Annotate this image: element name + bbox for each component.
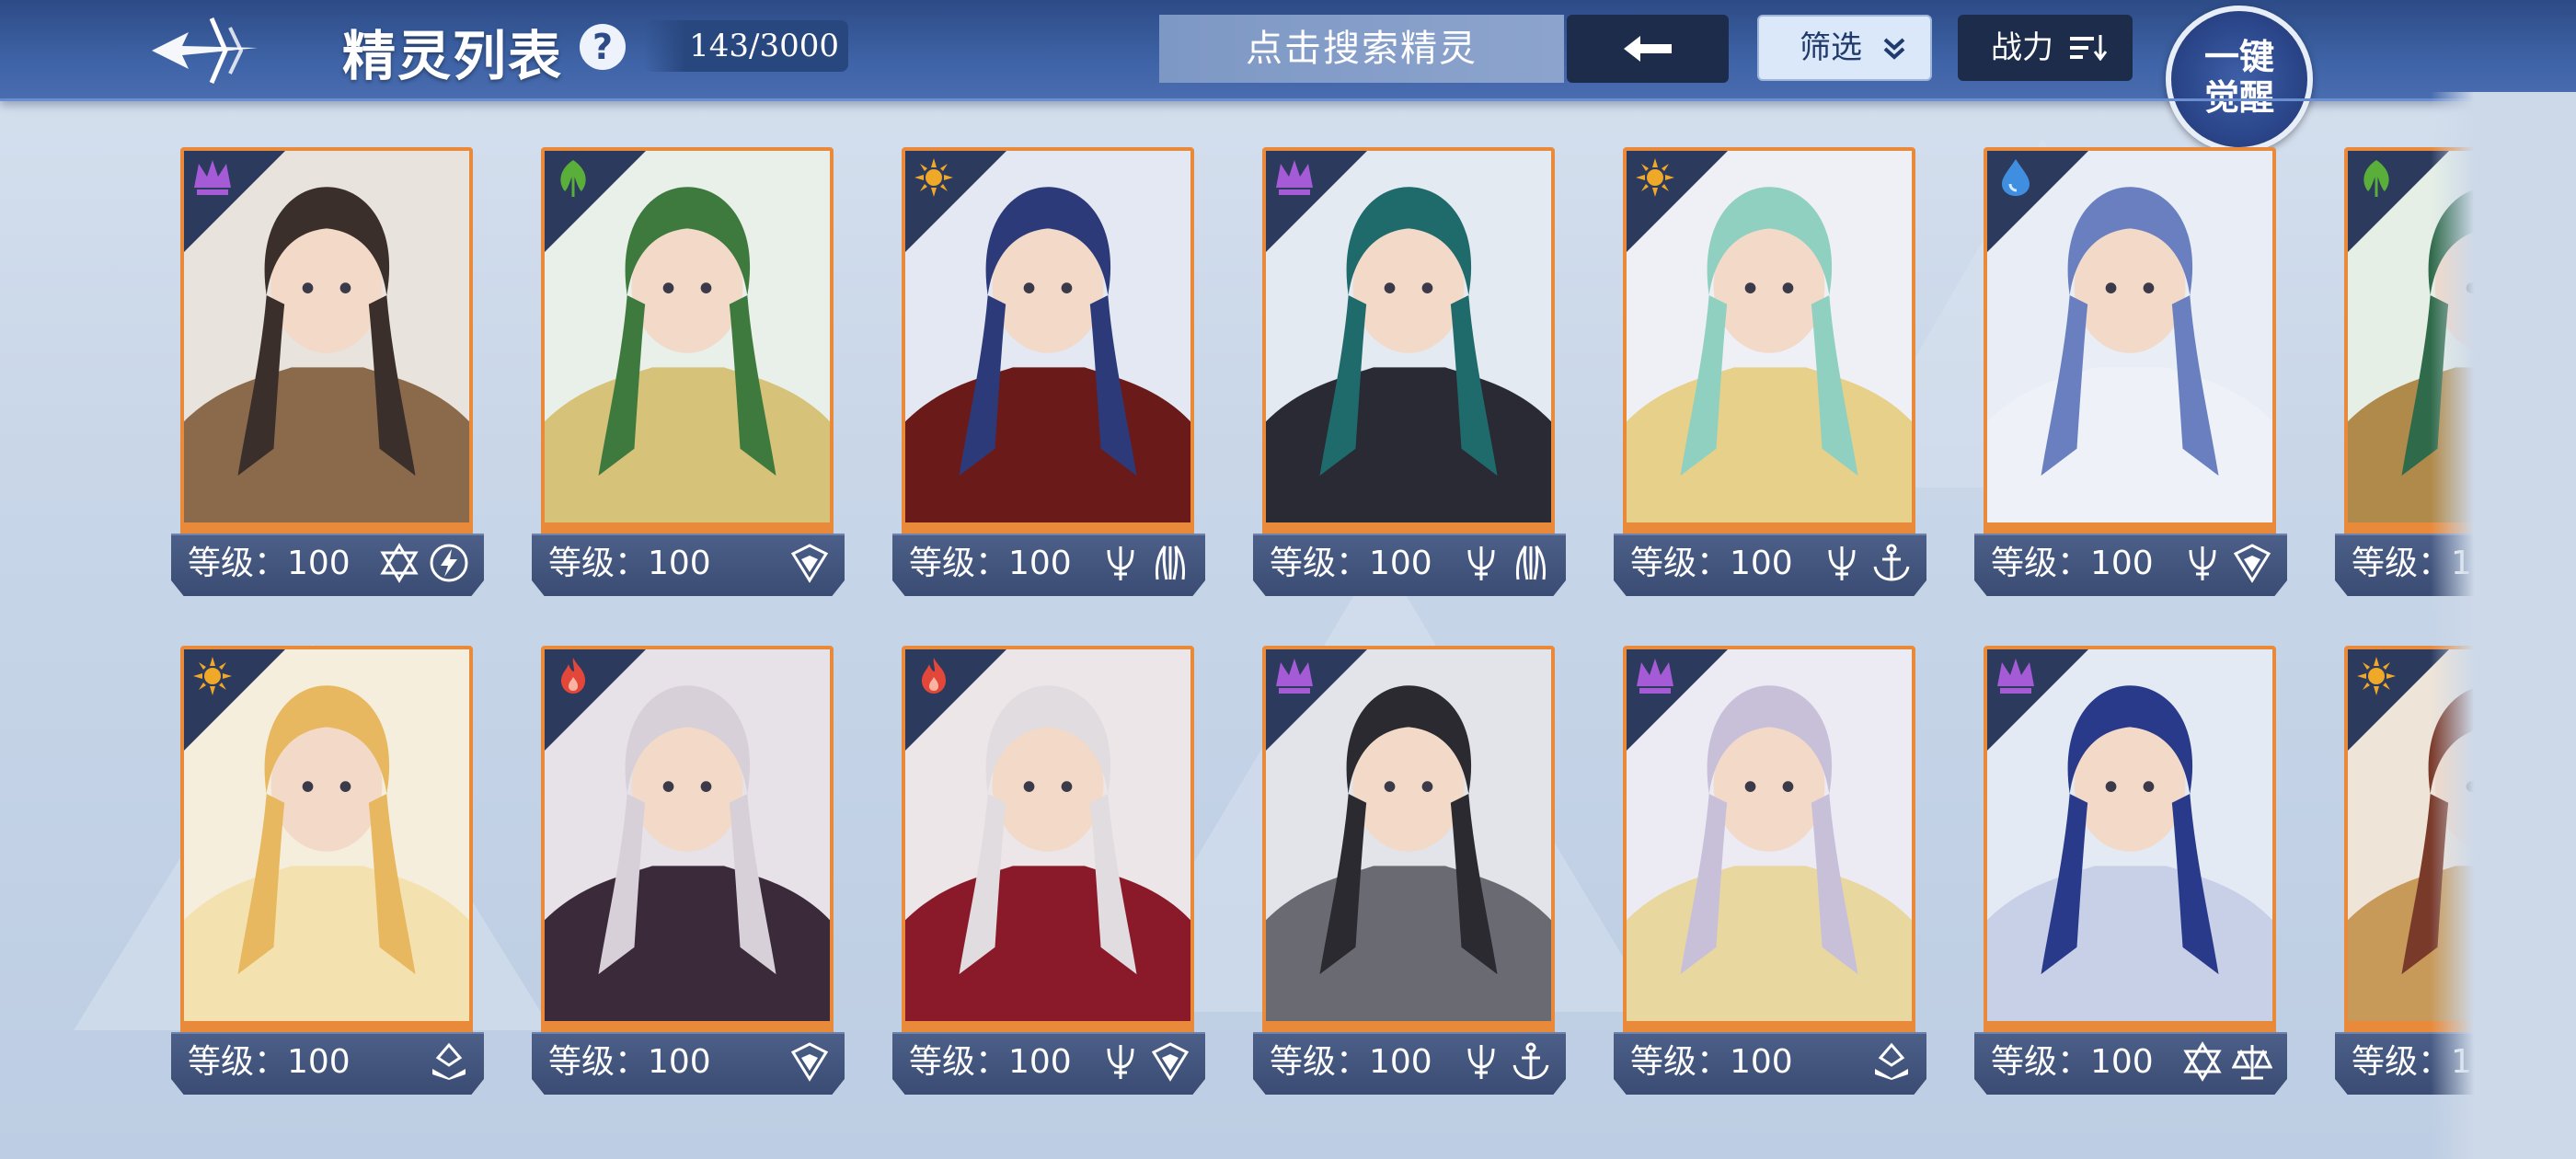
trident-icon bbox=[1461, 1041, 1501, 1084]
level-label: 等级：100 bbox=[1991, 545, 2154, 582]
card-frame bbox=[1262, 646, 1555, 1032]
class-icons bbox=[789, 1041, 830, 1084]
card-frame bbox=[1262, 147, 1555, 534]
level-label: 等级：100 bbox=[548, 545, 711, 582]
card-accent-strip bbox=[180, 1021, 473, 1034]
card-frame bbox=[180, 646, 473, 1032]
class-icons bbox=[379, 543, 469, 585]
shield-icon bbox=[789, 1041, 830, 1084]
trident-icon bbox=[1822, 543, 1862, 585]
class-icons bbox=[429, 1041, 469, 1084]
card-frame bbox=[180, 147, 473, 534]
class-icons bbox=[2182, 543, 2272, 585]
spirit-card[interactable]: 等级：100 bbox=[1253, 147, 1566, 598]
card-accent-strip bbox=[1623, 522, 1915, 535]
card-accent-strip bbox=[1623, 1021, 1915, 1034]
card-frame bbox=[902, 646, 1194, 1032]
level-label: 等级：100 bbox=[1630, 1043, 1793, 1081]
grid-fade-edge bbox=[2431, 92, 2576, 1159]
purple-crown-element-icon bbox=[1995, 655, 2037, 697]
level-label: 等级：100 bbox=[1270, 545, 1432, 582]
card-frame bbox=[1623, 147, 1915, 534]
card-accent-strip bbox=[1984, 1021, 2276, 1034]
book-icon bbox=[429, 1041, 469, 1084]
spirit-card[interactable]: 等级：100 bbox=[171, 147, 484, 598]
scale-icon bbox=[2232, 1041, 2272, 1084]
anchor-icon bbox=[1871, 543, 1912, 585]
spirit-card[interactable]: 等级：100 bbox=[892, 646, 1205, 1096]
card-frame bbox=[1623, 646, 1915, 1032]
spirit-card[interactable]: 等级：100 bbox=[1974, 646, 2287, 1096]
card-frame bbox=[902, 147, 1194, 534]
card-frame bbox=[541, 147, 834, 534]
spirit-grid: 等级：100 等级：100 等级：100 等级：100 等级：100 等级：100 等级：1… bbox=[0, 0, 2576, 1159]
card-frame bbox=[1984, 147, 2276, 534]
card-accent-strip bbox=[902, 1021, 1194, 1034]
purple-crown-element-icon bbox=[1273, 156, 1316, 199]
shield-icon bbox=[2232, 543, 2272, 585]
class-icons bbox=[2182, 1041, 2272, 1084]
blue-water-element-icon bbox=[1995, 156, 2037, 199]
gold-sun-element-icon bbox=[191, 655, 234, 697]
card-accent-strip bbox=[541, 1021, 834, 1034]
trident-icon bbox=[2182, 543, 2223, 585]
gold-sun-element-icon bbox=[1634, 156, 1676, 199]
spirit-card[interactable]: 等级：100 bbox=[1614, 646, 1926, 1096]
claw-icon bbox=[1150, 543, 1190, 585]
green-leaf-element-icon bbox=[552, 156, 594, 199]
level-label: 等级：100 bbox=[909, 1043, 1072, 1081]
card-accent-strip bbox=[541, 522, 834, 535]
card-accent-strip bbox=[1262, 522, 1555, 535]
level-label: 等级：100 bbox=[1991, 1043, 2154, 1081]
class-icons bbox=[1100, 1041, 1190, 1084]
purple-crown-element-icon bbox=[1634, 655, 1676, 697]
gold-sun-element-icon bbox=[913, 156, 955, 199]
spirit-card[interactable]: 等级：100 bbox=[1614, 147, 1926, 598]
class-icons bbox=[1461, 1041, 1551, 1084]
card-accent-strip bbox=[1984, 522, 2276, 535]
trident-icon bbox=[1461, 543, 1501, 585]
level-label: 等级：100 bbox=[1270, 1043, 1432, 1081]
card-frame bbox=[541, 646, 834, 1032]
lightning-icon bbox=[429, 543, 469, 585]
trident-icon bbox=[1100, 543, 1141, 585]
spirit-card[interactable]: 等级：100 bbox=[1253, 646, 1566, 1096]
spirit-card[interactable]: 等级：100 bbox=[892, 147, 1205, 598]
spirit-card[interactable]: 等级：100 bbox=[532, 147, 845, 598]
card-frame bbox=[1984, 646, 2276, 1032]
card-accent-strip bbox=[180, 522, 473, 535]
red-fire-element-icon bbox=[552, 655, 594, 697]
level-label: 等级：100 bbox=[1630, 545, 1793, 582]
spirit-card[interactable]: 等级：100 bbox=[532, 646, 845, 1096]
shield-icon bbox=[789, 543, 830, 585]
red-fire-element-icon bbox=[913, 655, 955, 697]
class-icons bbox=[789, 543, 830, 585]
level-label: 等级：100 bbox=[188, 1043, 351, 1081]
level-label: 等级：100 bbox=[188, 545, 351, 582]
class-icons bbox=[1822, 543, 1912, 585]
level-label: 等级：100 bbox=[548, 1043, 711, 1081]
card-accent-strip bbox=[902, 522, 1194, 535]
spirit-card[interactable]: 等级：100 bbox=[1974, 147, 2287, 598]
claw-icon bbox=[1511, 543, 1551, 585]
class-icons bbox=[1871, 1041, 1912, 1084]
card-accent-strip bbox=[1262, 1021, 1555, 1034]
book-icon bbox=[1871, 1041, 1912, 1084]
class-icons bbox=[1100, 543, 1190, 585]
purple-crown-element-icon bbox=[1273, 655, 1316, 697]
purple-crown-element-icon bbox=[191, 156, 234, 199]
shield-icon bbox=[1150, 1041, 1190, 1084]
green-leaf-element-icon bbox=[2355, 156, 2398, 199]
class-icons bbox=[1461, 543, 1551, 585]
gold-sun-element-icon bbox=[2355, 655, 2398, 697]
hexagram-icon bbox=[379, 543, 420, 585]
anchor-icon bbox=[1511, 1041, 1551, 1084]
trident-icon bbox=[1100, 1041, 1141, 1084]
hexagram-icon bbox=[2182, 1041, 2223, 1084]
level-label: 等级：100 bbox=[909, 545, 1072, 582]
spirit-card[interactable]: 等级：100 bbox=[171, 646, 484, 1096]
